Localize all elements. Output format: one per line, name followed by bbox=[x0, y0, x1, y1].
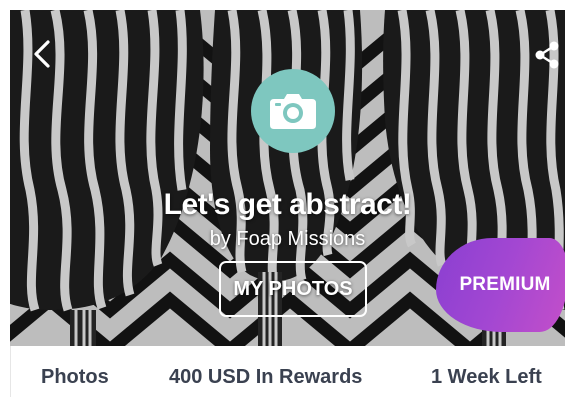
back-button[interactable] bbox=[24, 36, 60, 72]
photos-tab[interactable]: Photos bbox=[41, 366, 109, 389]
premium-badge: PREMIUM bbox=[436, 238, 565, 332]
camera-badge bbox=[251, 69, 335, 153]
share-icon bbox=[535, 41, 559, 69]
my-photos-button[interactable]: MY PHOTOS bbox=[219, 261, 367, 317]
mission-title: Let's get abstract! bbox=[163, 188, 412, 221]
time-left-stat: 1 Week Left bbox=[431, 366, 542, 388]
rewards-stat: 400 USD In Rewards bbox=[169, 366, 363, 388]
premium-label: PREMIUM bbox=[459, 274, 551, 295]
mission-stats-bar: Photos 400 USD In Rewards 1 Week Left bbox=[10, 346, 565, 397]
chevron-left-icon bbox=[34, 40, 50, 68]
share-button[interactable] bbox=[530, 38, 564, 72]
mission-hero: Let's get abstract! by Foap Missions MY … bbox=[10, 10, 565, 346]
camera-icon bbox=[270, 94, 316, 129]
